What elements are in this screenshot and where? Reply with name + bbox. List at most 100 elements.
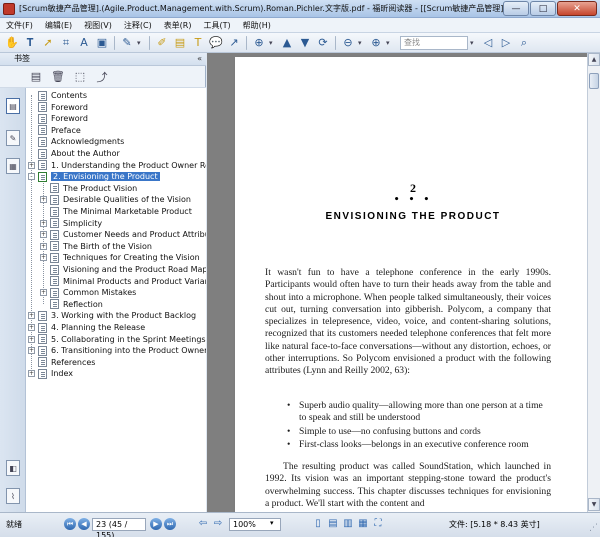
zoom-in-tool-icon[interactable]: ⊕	[251, 35, 267, 51]
annotations-tab-icon[interactable]: ✎	[6, 130, 20, 146]
bookmark-item[interactable]: +5. Collaborating in the Sprint Meetings	[28, 334, 206, 345]
search-icon[interactable]: ⌕	[516, 35, 532, 51]
bookmark-item[interactable]: +4. Planning the Release	[28, 322, 145, 333]
delete-bookmark-icon[interactable]: 🗑	[50, 70, 66, 83]
back-icon[interactable]: ⇦	[196, 518, 210, 531]
resize-grip-icon[interactable]: ⋰	[589, 523, 598, 533]
pointer-icon[interactable]: ➚	[40, 35, 56, 51]
last-page-icon[interactable]: ⏭	[164, 518, 176, 530]
menu-form[interactable]: 表单(R)	[158, 20, 198, 31]
collapse-panel-icon[interactable]: «	[197, 53, 202, 65]
bookmark-item[interactable]: +1. Understanding the Product Owner Role	[28, 160, 206, 171]
hand-tool-icon[interactable]: ✋	[4, 35, 20, 51]
layers-tab-icon[interactable]: ◧	[6, 460, 20, 476]
expand-icon[interactable]: +	[28, 370, 35, 378]
bookmark-item[interactable]: References	[28, 357, 95, 368]
collapse-icon[interactable]: -	[28, 173, 35, 181]
expand-icon[interactable]: +	[28, 312, 35, 320]
bookmarks-tab-icon[interactable]: ▤	[6, 98, 20, 114]
bookmark-item[interactable]: + The Birth of the Vision	[40, 241, 152, 252]
expand-icon[interactable]: +	[28, 335, 35, 343]
facing-icon[interactable]: ▥	[341, 518, 355, 531]
menu-help[interactable]: 帮助(H)	[237, 20, 277, 31]
single-page-icon[interactable]: ▯	[311, 518, 325, 531]
expand-icon[interactable]: +	[40, 242, 47, 250]
expand-bookmark-icon[interactable]: ⤴	[94, 69, 110, 85]
menu-comment[interactable]: 注释(C)	[118, 20, 158, 31]
expand-icon[interactable]: +	[40, 254, 47, 262]
vertical-scrollbar[interactable]: ▲ ▼	[587, 53, 600, 512]
note-icon[interactable]: ▤	[172, 35, 188, 51]
bookmark-item[interactable]: Preface	[28, 125, 81, 136]
typewriter-icon[interactable]: A	[76, 35, 92, 51]
bookmark-item[interactable]: - 2. Envisioning the Product	[28, 171, 160, 182]
chevron-down-icon[interactable]: ▾	[386, 39, 394, 47]
bookmark-item[interactable]: Contents	[28, 90, 87, 101]
maximize-button[interactable]: □	[530, 1, 556, 16]
bookmark-item[interactable]: + Index	[28, 368, 73, 379]
expand-icon[interactable]: +	[28, 324, 35, 331]
bookmark-item[interactable]: + Simplicity	[40, 218, 102, 229]
find-next-icon[interactable]: ▷	[498, 35, 514, 51]
edit-icon[interactable]: ✎	[119, 35, 135, 51]
menu-edit[interactable]: 编辑(E)	[39, 20, 78, 31]
chevron-down-icon[interactable]: ▾	[358, 39, 366, 47]
zoom-in-icon[interactable]: ⊕	[368, 35, 384, 51]
comment-icon[interactable]: 💬	[208, 35, 224, 51]
bookmark-item[interactable]: Visioning and the Product Road Map	[40, 264, 206, 275]
first-page-icon[interactable]: ⏮	[64, 518, 76, 530]
close-button[interactable]: ✕	[557, 1, 597, 16]
bookmark-item[interactable]: Foreword	[28, 102, 88, 113]
fullscreen-icon[interactable]: ⛶	[371, 518, 385, 531]
bookmark-item[interactable]: The Product Vision	[40, 183, 137, 194]
document-view[interactable]: 2 • • • ENVISIONING THE PRODUCT It wasn'…	[207, 53, 587, 512]
chevron-down-icon[interactable]: ▾	[270, 519, 274, 527]
menu-tools[interactable]: 工具(T)	[198, 20, 237, 31]
bookmark-item[interactable]: About the Author	[28, 148, 120, 159]
expand-icon[interactable]: +	[40, 219, 47, 227]
pages-tab-icon[interactable]: ▦	[6, 158, 20, 174]
expand-icon[interactable]: +	[28, 347, 35, 355]
forward-icon[interactable]: ⇨	[211, 518, 225, 531]
bookmark-item[interactable]: +6. Transitioning into the Product Owner…	[28, 345, 206, 356]
scrollbar-thumb[interactable]	[589, 73, 599, 89]
scroll-down-icon[interactable]: ▼	[588, 498, 600, 511]
bookmark-item[interactable]: + Common Mistakes	[40, 287, 136, 298]
snapshot-icon[interactable]: ⌗	[58, 35, 74, 51]
chevron-down-icon[interactable]: ▾	[470, 39, 478, 47]
menu-view[interactable]: 视图(V)	[78, 20, 118, 31]
bookmark-options-icon[interactable]: ▤	[28, 70, 44, 83]
expand-icon[interactable]: +	[40, 289, 47, 297]
zoom-out-icon[interactable]: ⊖	[340, 35, 356, 51]
bookmark-item[interactable]: Foreword	[28, 113, 88, 124]
expand-icon[interactable]: +	[40, 196, 47, 204]
textbox-icon[interactable]: T	[190, 35, 206, 51]
previous-page-icon[interactable]: ◀	[78, 518, 90, 530]
new-bookmark-icon[interactable]: ⬚	[72, 70, 88, 83]
bookmark-item[interactable]: + Techniques for Creating the Vision	[40, 252, 200, 263]
bookmark-item[interactable]: Acknowledgments	[28, 136, 124, 147]
attachments-tab-icon[interactable]: ⌇	[6, 488, 20, 504]
select-text-icon[interactable]: 𝐓	[22, 35, 38, 51]
bookmark-item[interactable]: Reflection	[40, 299, 103, 310]
bookmark-item[interactable]: +3. Working with the Product Backlog	[28, 310, 196, 321]
bookmark-item[interactable]: The Minimal Marketable Product	[40, 206, 192, 217]
page-number-field[interactable]: 23 (45 / 155)	[92, 518, 146, 537]
expand-icon[interactable]: +	[40, 231, 47, 239]
continuous-facing-icon[interactable]: ▦	[356, 518, 370, 531]
bookmark-item[interactable]: Minimal Products and Product Variants	[40, 276, 206, 287]
chevron-down-icon[interactable]: ▾	[137, 39, 145, 47]
next-page-icon[interactable]: ▶	[150, 518, 162, 530]
bookmark-item[interactable]: + Desirable Qualities of the Vision	[40, 194, 191, 205]
minimize-button[interactable]: —	[503, 1, 529, 16]
arrow-tool-icon[interactable]: ↗	[226, 35, 242, 51]
image-icon[interactable]: ▣	[94, 35, 110, 51]
menu-file[interactable]: 文件(F)	[0, 20, 39, 31]
chevron-down-icon[interactable]: ▾	[269, 39, 277, 47]
expand-icon[interactable]: +	[28, 161, 35, 169]
page-down-icon[interactable]: ▼	[297, 35, 313, 51]
rotate-icon[interactable]: ⟳	[315, 35, 331, 51]
bookmark-item[interactable]: + Customer Needs and Product Attributes	[40, 229, 206, 240]
page-up-icon[interactable]: ▲	[279, 35, 295, 51]
highlight-icon[interactable]: ✐	[154, 35, 170, 51]
